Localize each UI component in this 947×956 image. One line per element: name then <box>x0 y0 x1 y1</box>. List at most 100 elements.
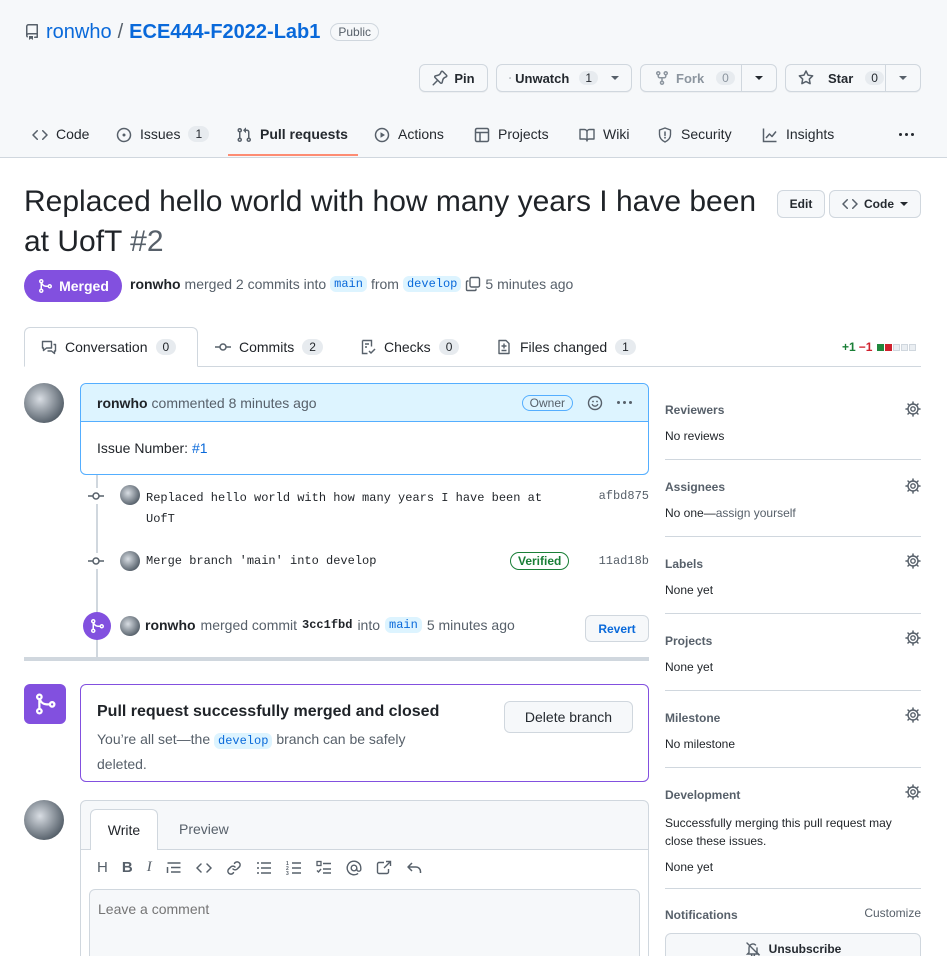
code-icon <box>32 129 48 141</box>
repo-owner-link[interactable]: ronwho <box>46 21 112 44</box>
fork-dropdown[interactable] <box>742 76 776 80</box>
sidebar-title[interactable]: Projects <box>665 634 921 648</box>
avatar[interactable] <box>120 485 140 505</box>
commit-sha-link[interactable]: afbd875 <box>599 489 649 503</box>
sidebar-title: Notifications <box>665 908 738 922</box>
nav-code-tab[interactable]: Code <box>32 118 89 158</box>
gear-icon[interactable] <box>905 401 921 417</box>
star-button[interactable]: Star 0 <box>785 64 921 92</box>
unwatch-button[interactable]: Unwatch 1 <box>496 64 632 92</box>
sidebar-title[interactable]: Labels <box>665 557 921 571</box>
smiley-icon[interactable] <box>587 395 603 411</box>
commit-message-link[interactable]: Merge branch 'main' into develop <box>146 554 376 568</box>
nav-wiki-tab[interactable]: Wiki <box>579 118 629 158</box>
code-icon[interactable] <box>195 860 212 876</box>
tab-write[interactable]: Write <box>90 809 158 850</box>
fork-button[interactable]: Fork 0 <box>640 64 777 92</box>
edit-title-button[interactable]: Edit <box>777 190 825 218</box>
merge-branch[interactable]: main <box>385 617 422 633</box>
nav-actions-tab[interactable]: Actions <box>374 118 444 158</box>
tab-conversation[interactable]: Conversation 0 <box>24 327 198 367</box>
mention-icon[interactable] <box>346 859 362 876</box>
base-branch[interactable]: main <box>330 276 367 292</box>
ordered-list-icon[interactable]: 123 <box>286 860 302 876</box>
bold-icon[interactable]: B <box>122 859 133 876</box>
customize-link[interactable]: Customize <box>864 906 921 920</box>
nav-issues-tab[interactable]: Issues 1 <box>116 118 210 158</box>
comment-author-link[interactable]: ronwho <box>97 395 148 411</box>
tasklist-icon[interactable] <box>316 860 332 876</box>
code-dropdown-button[interactable]: Code <box>829 190 921 218</box>
avatar[interactable] <box>120 616 140 636</box>
gear-icon[interactable] <box>905 630 921 646</box>
nav-projects-tab[interactable]: Projects <box>474 118 549 158</box>
nav-projects-label: Projects <box>498 126 549 142</box>
nav-insights-tab[interactable]: Insights <box>762 118 834 158</box>
sidebar-title[interactable]: Milestone <box>665 711 921 725</box>
tab-preview[interactable]: Preview <box>179 821 229 837</box>
pull-request-icon <box>237 127 252 143</box>
pin-button[interactable]: Pin <box>419 64 488 92</box>
copy-icon[interactable] <box>465 276 481 292</box>
heading-icon[interactable]: H <box>97 859 108 876</box>
star-dropdown[interactable] <box>886 76 920 80</box>
repo-name-link[interactable]: ECE444-F2022-Lab1 <box>129 21 320 44</box>
merge-event-text: ronwho merged commit 3cc1fbd into main 5… <box>145 617 515 633</box>
tab-conversation-label: Conversation <box>65 339 148 355</box>
gear-icon[interactable] <box>905 707 921 723</box>
commit-message-link[interactable]: Replaced hello world with how many years… <box>146 488 566 530</box>
avatar <box>24 800 64 840</box>
link-icon[interactable] <box>226 860 242 876</box>
diffstat-additions: +1 <box>842 340 856 354</box>
chevron-down-icon <box>900 202 908 206</box>
unwatch-label: Unwatch <box>515 70 570 86</box>
tab-commits[interactable]: Commits 2 <box>215 327 323 367</box>
merge-commit-link[interactable]: 3cc1fbd <box>302 618 352 632</box>
star-label: Star <box>828 70 854 86</box>
sidebar-title[interactable]: Reviewers <box>665 403 921 417</box>
gear-icon[interactable] <box>905 784 921 800</box>
pr-author-link[interactable]: ronwho <box>130 276 181 292</box>
assign-yourself-link[interactable]: assign yourself <box>716 506 796 520</box>
kebab-horizontal-icon[interactable] <box>617 401 632 404</box>
nav-security-label: Security <box>681 126 732 142</box>
nav-security-tab[interactable]: Security <box>657 118 732 158</box>
gear-icon[interactable] <box>905 553 921 569</box>
unwatch-dropdown[interactable] <box>598 76 631 80</box>
head-branch[interactable]: develop <box>402 276 462 292</box>
sidebar-title[interactable]: Assignees <box>665 480 921 494</box>
graph-icon <box>762 128 777 143</box>
quote-icon[interactable] <box>166 860 182 876</box>
verified-badge[interactable]: Verified <box>510 552 570 570</box>
unsubscribe-button[interactable]: Unsubscribe <box>665 933 921 956</box>
comment-textarea[interactable] <box>89 889 640 956</box>
sidebar-value: None yet <box>665 660 714 674</box>
nav-pull-requests-tab[interactable]: Pull requests <box>236 118 348 158</box>
commit-item: Replaced hello world with how many years… <box>88 485 649 526</box>
unordered-list-icon[interactable] <box>256 860 272 876</box>
avatar[interactable] <box>120 551 140 571</box>
tab-checks[interactable]: Checks 0 <box>360 327 460 367</box>
merge-icon <box>39 279 53 293</box>
sidebar-title[interactable]: Development <box>665 788 921 802</box>
pr-number: #2 <box>130 225 164 258</box>
commit-sha-link[interactable]: 11ad18b <box>599 554 649 568</box>
revert-button[interactable]: Revert <box>585 615 649 642</box>
issue-link[interactable]: #1 <box>192 440 208 456</box>
development-description: Successfully merging this pull request m… <box>665 816 892 848</box>
diffstat-bars <box>877 343 917 351</box>
gear-icon[interactable] <box>905 478 921 494</box>
cross-reference-icon[interactable] <box>376 860 392 876</box>
italic-icon[interactable]: I <box>147 859 152 876</box>
commit-message-line: UofT <box>146 512 175 526</box>
merged-status-text-3: deleted. <box>97 756 147 772</box>
merged-status-text-2: branch can be safely <box>276 731 406 747</box>
deletable-branch[interactable]: develop <box>214 733 273 749</box>
merge-author-link[interactable]: ronwho <box>145 617 196 633</box>
issue-icon <box>116 127 132 143</box>
more-nav-button[interactable] <box>894 124 918 144</box>
delete-branch-button[interactable]: Delete branch <box>504 701 633 733</box>
reply-icon[interactable] <box>406 860 422 876</box>
tab-files-changed[interactable]: Files changed 1 <box>496 327 636 367</box>
avatar[interactable] <box>24 383 64 423</box>
